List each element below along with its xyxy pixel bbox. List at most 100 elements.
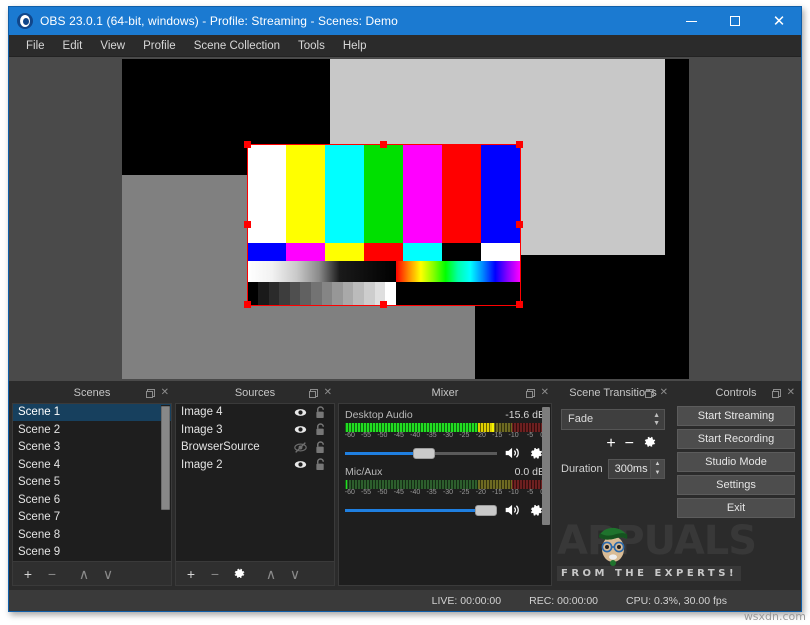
scene-list-item[interactable]: Scene 1 xyxy=(13,404,171,422)
start-recording-button[interactable]: Start Recording xyxy=(677,429,795,449)
studio-mode-button[interactable]: Studio Mode xyxy=(677,452,795,472)
sources-list[interactable]: Image 4 Image 3 xyxy=(176,404,334,562)
scene-list-item[interactable]: Scene 4 xyxy=(13,456,171,474)
scenes-scrollbar[interactable] xyxy=(161,405,170,561)
move-scene-down-button[interactable]: ∨ xyxy=(97,564,119,584)
scale-tick: -50 xyxy=(377,432,387,439)
lock-open-icon[interactable] xyxy=(315,423,326,436)
scenes-list[interactable]: Scene 1 Scene 2 Scene 3 Scene 4 Scene 5 … xyxy=(13,404,171,562)
add-transition-button[interactable]: + xyxy=(606,436,615,452)
resize-handle-middle-right[interactable] xyxy=(516,221,523,228)
close-button[interactable]: ✕ xyxy=(757,7,801,35)
resize-handle-top-center[interactable] xyxy=(380,141,387,148)
selected-source-test-pattern[interactable] xyxy=(248,145,520,305)
duration-spinner[interactable]: ▲ ▼ xyxy=(650,460,664,478)
scene-list-item[interactable]: Scene 3 xyxy=(13,439,171,457)
start-streaming-button[interactable]: Start Streaming xyxy=(677,406,795,426)
volume-slider[interactable] xyxy=(345,505,497,516)
duration-input[interactable]: 300ms ▲ ▼ xyxy=(608,459,665,479)
close-icon[interactable]: ✕ xyxy=(660,388,668,398)
lock-open-icon[interactable] xyxy=(315,441,326,454)
resize-handle-bottom-right[interactable] xyxy=(516,301,523,308)
source-list-item[interactable]: BrowserSource xyxy=(176,439,334,457)
lock-open-icon[interactable] xyxy=(315,458,326,471)
float-icon[interactable] xyxy=(527,389,535,397)
menu-help[interactable]: Help xyxy=(334,37,376,55)
dock-transitions-body: Fade ▲▼ + − Duration 300ms xyxy=(555,403,671,587)
resize-handle-bottom-center[interactable] xyxy=(380,301,387,308)
exit-button[interactable]: Exit xyxy=(677,498,795,518)
channel-controls-mic-aux xyxy=(345,503,545,518)
preview-area[interactable] xyxy=(9,57,801,381)
gear-icon xyxy=(233,567,246,580)
transition-select[interactable]: Fade ▲▼ xyxy=(561,409,665,430)
eye-visible-icon[interactable] xyxy=(294,423,307,436)
source-properties-button[interactable] xyxy=(228,564,250,584)
source-list-item[interactable]: Image 3 xyxy=(176,421,334,439)
mute-toggle-icon[interactable] xyxy=(504,503,522,517)
scenes-scrollbar-thumb[interactable] xyxy=(161,406,170,510)
bg-layer-black-right xyxy=(665,59,689,255)
minimize-button[interactable] xyxy=(669,7,713,35)
site-watermark: wsxdn.com xyxy=(744,610,806,623)
mixer-scrollbar[interactable] xyxy=(542,405,550,585)
menu-profile[interactable]: Profile xyxy=(134,37,185,55)
resize-handle-bottom-left[interactable] xyxy=(244,301,251,308)
float-icon[interactable] xyxy=(773,389,781,397)
mute-toggle-icon[interactable] xyxy=(504,446,522,460)
menu-view[interactable]: View xyxy=(91,37,134,55)
dock-transitions-title: Scene Transitions xyxy=(569,387,656,399)
resize-handle-top-right[interactable] xyxy=(516,141,523,148)
settings-button[interactable]: Settings xyxy=(677,475,795,495)
source-list-item[interactable]: Image 2 xyxy=(176,456,334,474)
float-icon[interactable] xyxy=(310,389,318,397)
eye-visible-icon[interactable] xyxy=(294,458,307,471)
menu-scene-collection[interactable]: Scene Collection xyxy=(185,37,289,55)
meter-scale: -60 -55 -50 -45 -40 -35 -30 -25 -20 -15 … xyxy=(345,432,545,443)
remove-scene-button[interactable]: − xyxy=(41,564,63,584)
move-source-down-button[interactable]: ∨ xyxy=(284,564,306,584)
resize-handle-top-left[interactable] xyxy=(244,141,251,148)
scene-list-item[interactable]: Scene 8 xyxy=(13,526,171,544)
scene-list-item[interactable]: Scene 5 xyxy=(13,474,171,492)
float-icon[interactable] xyxy=(646,389,654,397)
eye-visible-icon[interactable] xyxy=(294,406,307,419)
source-list-item[interactable]: Image 4 xyxy=(176,404,334,422)
maximize-button[interactable] xyxy=(713,7,757,35)
menu-file[interactable]: File xyxy=(17,37,54,55)
menu-tools[interactable]: Tools xyxy=(289,37,334,55)
close-icon[interactable]: ✕ xyxy=(161,388,169,398)
spinner-up-icon: ▲ xyxy=(650,460,664,469)
volume-meter xyxy=(345,423,545,432)
volume-meter xyxy=(345,480,545,489)
move-scene-up-button[interactable]: ∧ xyxy=(73,564,95,584)
float-icon[interactable] xyxy=(147,389,155,397)
scene-list-item[interactable]: Scene 6 xyxy=(13,491,171,509)
channel-db: -15.6 dB xyxy=(505,409,545,421)
resize-handle-middle-left[interactable] xyxy=(244,221,251,228)
move-source-up-button[interactable]: ∧ xyxy=(260,564,282,584)
menu-edit[interactable]: Edit xyxy=(54,37,92,55)
close-icon[interactable]: ✕ xyxy=(541,388,549,398)
eye-hidden-icon[interactable] xyxy=(294,441,307,454)
close-icon[interactable]: ✕ xyxy=(787,388,795,398)
scene-list-item[interactable]: Scene 7 xyxy=(13,509,171,527)
close-icon[interactable]: ✕ xyxy=(324,388,332,398)
mixer-scrollbar-thumb[interactable] xyxy=(542,407,550,525)
status-live: LIVE: 00:00:00 xyxy=(432,595,501,607)
remove-source-button[interactable]: − xyxy=(204,564,226,584)
preview-canvas[interactable] xyxy=(122,59,689,379)
gradient-row xyxy=(248,261,520,283)
scene-list-item[interactable]: Scene 9 xyxy=(13,544,171,562)
add-scene-button[interactable]: + xyxy=(17,564,39,584)
source-name: Image 4 xyxy=(181,406,223,418)
dock-controls-header: Controls ✕ xyxy=(674,383,798,403)
lock-open-icon[interactable] xyxy=(315,406,326,419)
scale-tick: -20 xyxy=(476,432,486,439)
transition-properties-button[interactable] xyxy=(643,435,657,453)
scene-list-item[interactable]: Scene 2 xyxy=(13,421,171,439)
remove-transition-button[interactable]: − xyxy=(625,436,634,452)
gear-icon xyxy=(643,435,657,449)
add-source-button[interactable]: + xyxy=(180,564,202,584)
volume-slider[interactable] xyxy=(345,448,497,459)
